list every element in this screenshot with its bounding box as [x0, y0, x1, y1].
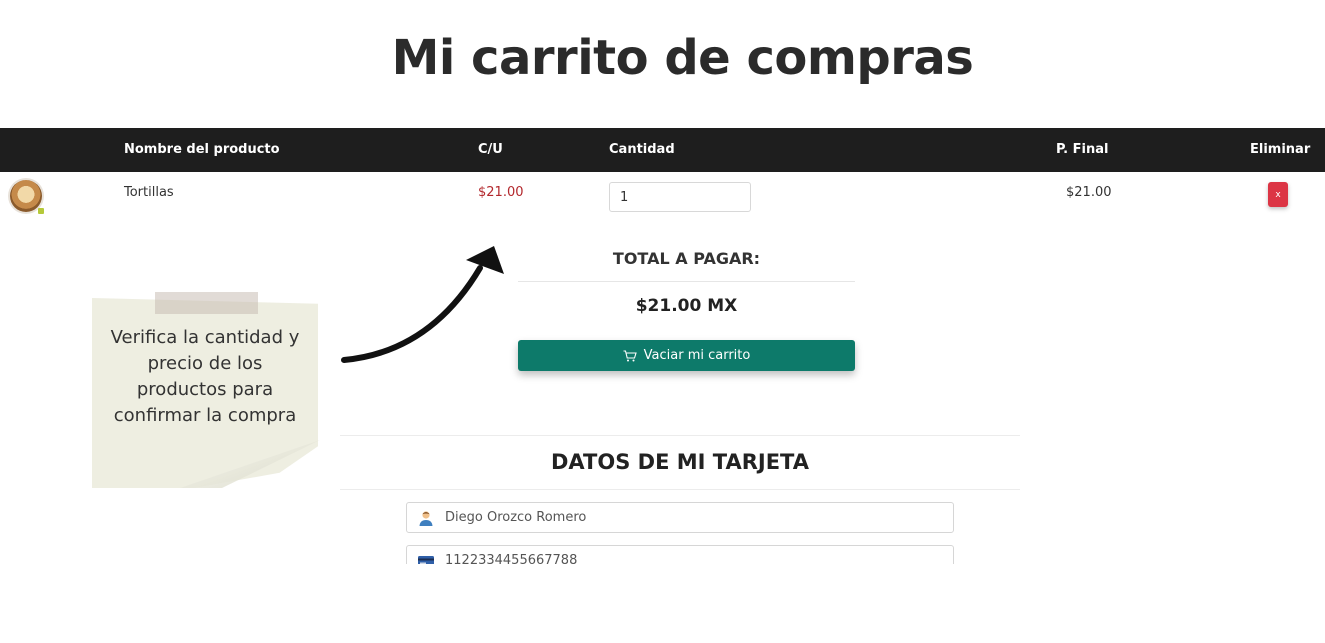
- sticky-note-tape: [155, 292, 258, 314]
- header-product-name: Nombre del producto: [124, 142, 280, 157]
- thumbnail-badge: [38, 208, 44, 214]
- quantity-input[interactable]: [609, 182, 751, 212]
- user-icon: [419, 510, 433, 526]
- card-section-divider-top: [340, 435, 1020, 436]
- cart-table-header: Nombre del producto C/U Cantidad P. Fina…: [0, 128, 1325, 172]
- header-quantity: Cantidad: [609, 142, 675, 157]
- total-label: TOTAL A PAGAR:: [612, 249, 761, 268]
- header-unit-price: C/U: [478, 142, 503, 157]
- product-name: Tortillas: [124, 185, 174, 200]
- empty-cart-label: Vaciar mi carrito: [643, 348, 751, 363]
- product-final-price: $21.00: [1066, 185, 1112, 200]
- total-divider: [518, 281, 855, 282]
- card-section-divider-bottom: [340, 489, 1020, 490]
- header-remove: Eliminar: [1250, 142, 1311, 157]
- card-holder-field[interactable]: Diego Orozco Romero: [406, 502, 954, 533]
- sticky-note-text: Verifica la cantidad y precio de los pro…: [110, 327, 300, 426]
- product-thumbnail: [10, 180, 42, 212]
- empty-cart-button[interactable]: Vaciar mi carrito: [518, 340, 855, 371]
- page-title: Mi carrito de compras: [391, 30, 974, 86]
- remove-item-button[interactable]: x: [1268, 182, 1288, 207]
- cart-icon: [623, 349, 637, 361]
- card-holder-value: Diego Orozco Romero: [445, 510, 587, 525]
- card-section-title: DATOS DE MI TARJETA: [551, 450, 809, 474]
- total-amount: $21.00 MX: [635, 296, 738, 316]
- product-unit-price: $21.00: [478, 185, 524, 200]
- header-final-price: P. Final: [1056, 142, 1109, 157]
- screenshot-crop-edge: [0, 564, 1325, 643]
- table-row: Tortillas $21.00 $21.00 x: [0, 172, 1325, 222]
- curved-arrow-icon: [341, 246, 504, 363]
